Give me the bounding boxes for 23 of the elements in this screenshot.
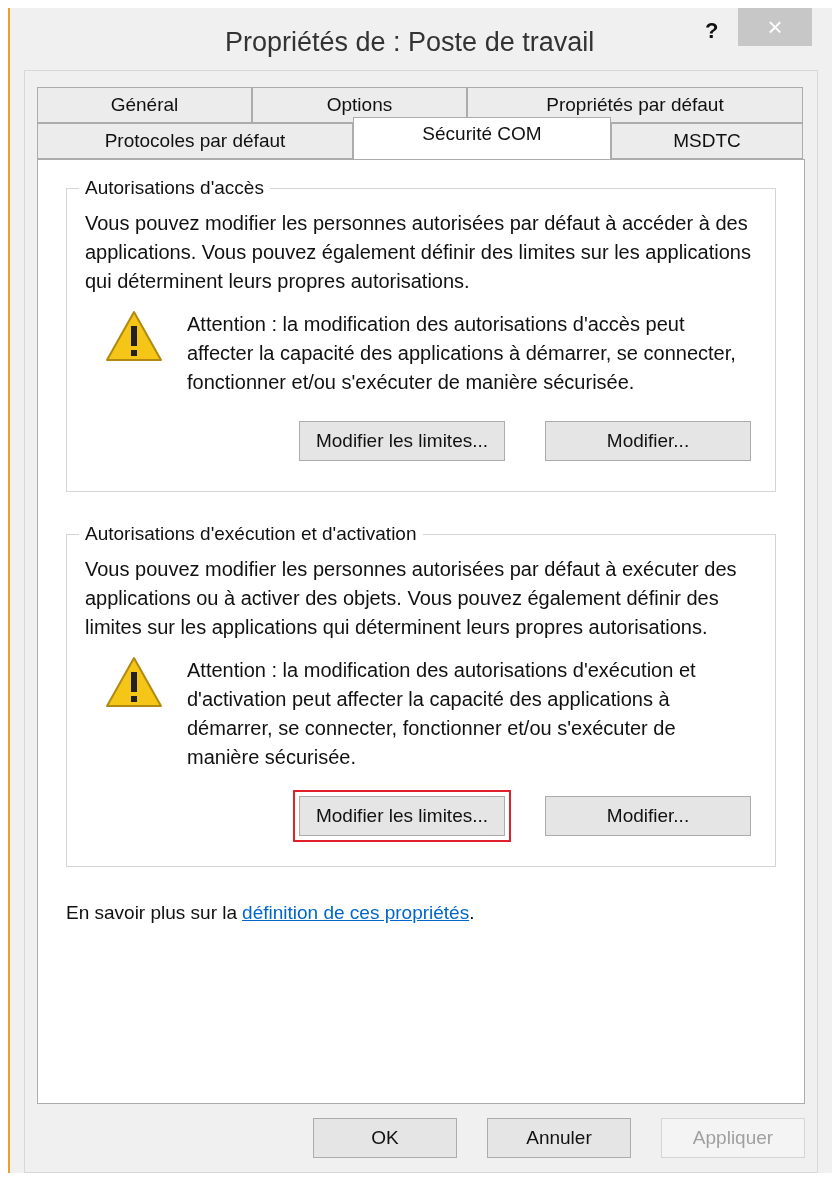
window-title: Propriétés de : Poste de travail: [225, 26, 595, 59]
dialog-button[interactable]: Modifier les limites...: [299, 796, 505, 836]
help-link[interactable]: définition de ces propriétés: [242, 899, 470, 928]
warning-icon: [105, 310, 163, 362]
period-text: .: [469, 901, 475, 925]
learn-more-text: En savoir plus sur la: [66, 901, 238, 925]
tab[interactable]: Options: [252, 87, 467, 123]
group-description: Vous pouvez modifier les personnes autorisées par défaut à accéder à des applications. Vous pouvez également définir des limites sur les applications qui déterminent leurs propres autorisations.: [85, 211, 752, 294]
help-button[interactable]: ?: [705, 14, 719, 47]
tab[interactable]: Protocoles par défaut: [37, 123, 353, 159]
dialog-button[interactable]: Modifier...: [545, 796, 751, 836]
dialog-button[interactable]: OK: [313, 1118, 457, 1158]
tab[interactable]: MSDTC: [611, 123, 803, 159]
tab[interactable]: Général: [37, 87, 252, 123]
dialog-button[interactable]: Modifier les limites...: [299, 421, 505, 461]
dialog-button[interactable]: Modifier...: [545, 421, 751, 461]
tab[interactable]: Sécurité COM: [353, 117, 611, 159]
group-description: Vous pouvez modifier les personnes autorisées par défaut à exécuter des applications ou à activer des objets. Vous pouvez également définir des limites sur les applications qui déterminent leurs propres autorisations.: [85, 557, 738, 640]
warning-icon: [105, 656, 163, 708]
warning-text: Attention : la modification des autorisations d'accès peut affecter la capacité des applications à démarrer, se connecter, fonctionner et/ou s'exécuter de manière sécurisée.: [187, 312, 737, 395]
warning-text: Attention : la modification des autorisations d'exécution et d'activation peut affecter la capacité des applications à démarrer, se connecter, fonctionner et/ou s'exécuter de manière sécurisée.: [187, 658, 697, 770]
tab[interactable]: Propriétés par défaut: [467, 87, 803, 123]
dialog-button[interactable]: Annuler: [487, 1118, 631, 1158]
